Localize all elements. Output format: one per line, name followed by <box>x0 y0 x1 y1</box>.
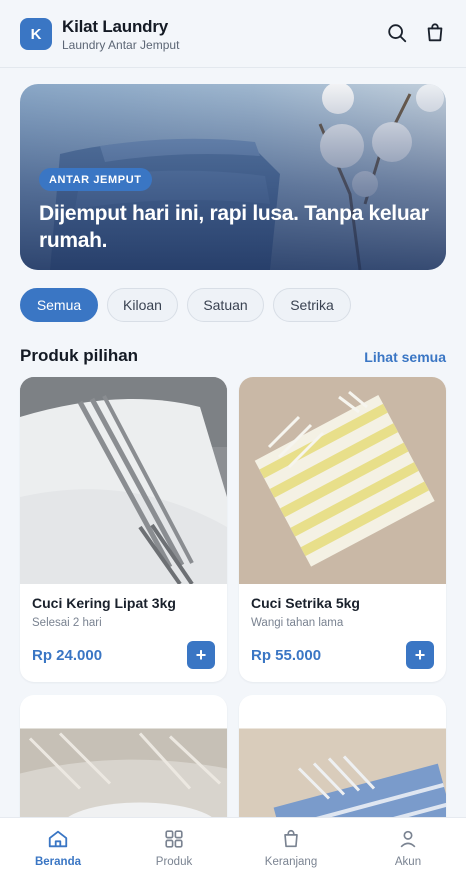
nav-label: Keranjang <box>264 856 318 868</box>
filter-chip-semua[interactable]: Semua <box>20 288 98 322</box>
product-image-striped-towel <box>239 377 446 584</box>
grid-icon <box>162 828 186 850</box>
see-all-link[interactable]: Lihat semua <box>364 349 446 365</box>
search-icon[interactable] <box>385 21 409 45</box>
product-image-blue-towel <box>239 728 446 835</box>
bag-icon <box>279 828 303 850</box>
app-header: K Kilat Laundry Laundry Antar Jemput <box>0 0 466 68</box>
product-price: Rp 55.000 <box>251 647 322 664</box>
shopping-bag-icon[interactable] <box>423 21 447 45</box>
bottom-navigation: Beranda Produk Keranjang Akun <box>0 817 466 880</box>
add-to-cart-button[interactable]: + <box>406 641 434 669</box>
product-image-towel <box>20 377 227 584</box>
product-card[interactable] <box>239 695 446 835</box>
home-icon <box>46 828 70 850</box>
section-title: Produk pilihan <box>20 346 139 365</box>
hero-badge: ANTAR JEMPUT <box>39 168 152 191</box>
app-logo: K <box>20 18 52 50</box>
product-image-rolled-towels <box>20 728 227 835</box>
nav-label: Beranda <box>34 856 82 868</box>
app-tagline: Laundry Antar Jemput <box>62 38 180 52</box>
product-card[interactable] <box>20 695 227 835</box>
app-name: Kilat Laundry <box>62 17 169 36</box>
nav-item-produk[interactable]: Produk <box>116 818 232 880</box>
product-name: Cuci Setrika 5kg <box>251 595 360 611</box>
filter-chip-setrika[interactable]: Setrika <box>273 288 351 322</box>
product-card[interactable]: Cuci Setrika 5kg Wangi tahan lama Rp 55.… <box>239 377 446 682</box>
add-to-cart-button[interactable]: + <box>187 641 215 669</box>
nav-item-keranjang[interactable]: Keranjang <box>233 818 349 880</box>
filter-chip-kiloan[interactable]: Kiloan <box>107 288 178 322</box>
user-icon <box>396 828 420 850</box>
product-price: Rp 24.000 <box>32 647 103 664</box>
nav-label: Akun <box>394 856 422 868</box>
hero-banner[interactable]: ANTAR JEMPUT Dijemput hari ini, rapi lus… <box>20 84 446 270</box>
nav-item-akun[interactable]: Akun <box>350 818 466 880</box>
product-duration: Selesai 2 hari <box>32 617 102 629</box>
product-name: Cuci Kering Lipat 3kg <box>32 595 176 611</box>
nav-label: Produk <box>155 856 193 868</box>
filter-chip-satuan[interactable]: Satuan <box>187 288 264 322</box>
product-duration: Wangi tahan lama <box>251 617 344 629</box>
hero-title: Dijemput hari ini, rapi lusa. Tanpa kelu… <box>39 202 429 252</box>
product-card[interactable]: Cuci Kering Lipat 3kg Selesai 2 hari Rp … <box>20 377 227 682</box>
nav-item-beranda[interactable]: Beranda <box>0 818 116 880</box>
